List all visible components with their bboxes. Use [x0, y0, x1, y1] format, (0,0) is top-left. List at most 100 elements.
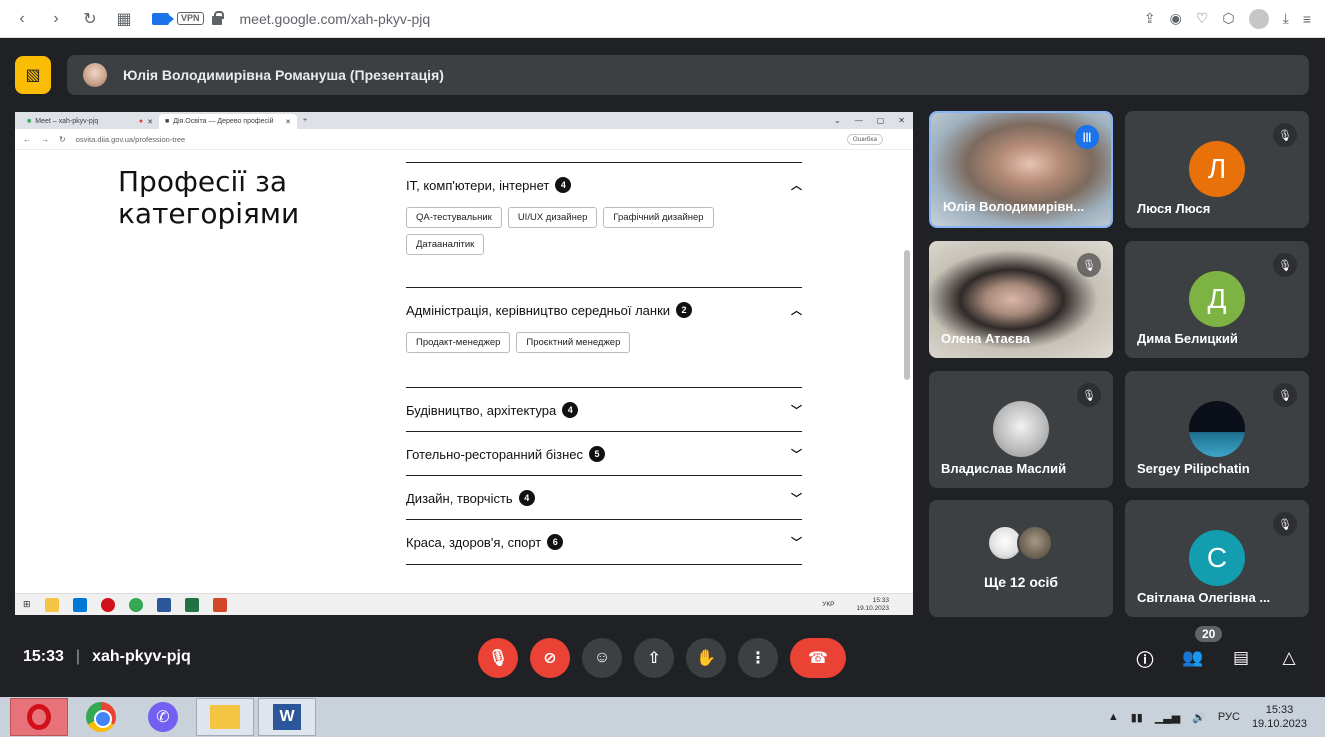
mic-off-icon: 🎙 — [1273, 383, 1297, 407]
leave-call-button[interactable]: ☎ — [790, 638, 846, 678]
taskbar-opera[interactable] — [10, 698, 68, 736]
taskbar-chrome[interactable] — [72, 698, 130, 736]
count-badge: 4 — [562, 402, 579, 418]
participant-tile[interactable]: 🎙 Д Дима Белицкий — [1125, 241, 1309, 358]
reload-icon[interactable]: ↻ — [80, 9, 100, 29]
shared-clock: 15:33 19.10.2023 — [856, 597, 913, 613]
mic-toggle-button[interactable]: 🎙 — [478, 638, 518, 678]
raise-hand-icon: ✋ — [696, 650, 716, 667]
chrome-icon — [86, 702, 116, 732]
chat-icon: ▤ — [1232, 648, 1250, 667]
info-icon: ⓘ — [1136, 650, 1154, 670]
category-header: IT, комп'ютери, інтернет 4 ︿ — [406, 163, 802, 207]
category-item: Краса, здоров'я, спорт 6 ﹀ — [406, 519, 802, 565]
tray-expand-icon[interactable]: ▲ — [1108, 711, 1119, 723]
shared-url: osvita.diia.gov.ua/profession-tree — [75, 134, 186, 144]
participant-tile[interactable]: 🎙 Л Люся Люся — [1125, 111, 1309, 228]
download-icon[interactable]: ⤓ — [1283, 10, 1289, 27]
folder-icon — [44, 597, 59, 612]
taskbar-viber[interactable]: ✆ — [134, 698, 192, 736]
os-date: 19.10.2023 — [1251, 718, 1307, 730]
category-item: Дизайн, творчість 4 ﹀ — [406, 475, 802, 520]
word-icon — [156, 597, 171, 612]
lock-icon[interactable] — [211, 11, 224, 25]
mic-off-icon: 🎙 — [487, 650, 509, 667]
meeting-details-button[interactable]: ⓘ — [1131, 644, 1159, 672]
tag-list: Продакт-менеджер Проєктний менеджер — [406, 332, 766, 353]
emoji-button[interactable]: ☺ — [582, 638, 622, 678]
browser-actions: ⇪ ◉ ♡ ⬡ ⤓ ≡ — [1144, 8, 1325, 29]
snapshot-icon[interactable]: ◉ — [1170, 10, 1182, 27]
profile-avatar[interactable] — [1248, 8, 1269, 29]
volume-icon[interactable]: 🔊 — [1192, 711, 1206, 724]
powerpoint-icon — [212, 597, 227, 612]
vpn-badge[interactable]: VPN — [177, 12, 204, 25]
participant-tile[interactable]: 🎙 Sergey Pilipchatin — [1125, 371, 1309, 488]
menu-icon[interactable]: ≡ — [1303, 11, 1311, 27]
word-icon: W — [273, 704, 301, 730]
chevron-down-icon: ﹀ — [791, 493, 802, 505]
participant-name: Юлія Володимирівн... — [943, 199, 1085, 214]
divider: | — [75, 648, 81, 665]
meeting-controls: 15:33 | xah-pkyv-pjq 🎙 ⊘ ☺ ⇧ ✋ ⋮ ☎ ⓘ 👥 2… — [0, 626, 1325, 684]
shared-page: Професії за категоріями IT, комп'ютери, … — [15, 150, 913, 587]
participant-tile[interactable]: ||| Юлія Володимирівн... — [929, 111, 1113, 228]
participant-avatar: Д — [1189, 271, 1245, 327]
url-text[interactable]: meet.google.com/xah-pkyv-pjq — [240, 11, 431, 27]
presenter-name: Юлія Володимирівна Романуша (Презентація… — [123, 67, 444, 83]
chat-button[interactable]: ▤ — [1227, 644, 1255, 672]
participant-tile[interactable]: 🎙 Владислав Маслий — [929, 371, 1113, 488]
address-bar[interactable]: VPN meet.google.com/xah-pkyv-pjq — [152, 11, 430, 27]
category-title: Готельно-ресторанний бізнес — [406, 446, 583, 462]
new-tab-icon: + — [303, 117, 308, 124]
taskbar-explorer[interactable] — [196, 698, 254, 736]
participant-tile[interactable]: 🎙 Олена Атаєва — [929, 241, 1113, 358]
browser-nav: ‹ › ↻ ▦ — [0, 9, 134, 29]
heart-icon[interactable]: ♡ — [1196, 10, 1209, 27]
taskbar-word[interactable]: W — [258, 698, 316, 736]
mic-off-icon: 🎙 — [1077, 253, 1101, 277]
diia-favicon-icon: ■ — [165, 118, 170, 125]
raise-hand-button[interactable]: ✋ — [686, 638, 726, 678]
present-button[interactable]: ⇧ — [634, 638, 674, 678]
participant-name: Дима Белицкий — [1137, 331, 1238, 346]
chrome-icon — [128, 597, 143, 612]
share-icon[interactable]: ⇪ — [1144, 10, 1156, 27]
back-icon[interactable]: ‹ — [12, 10, 32, 28]
windows-start-icon: ⊞ — [23, 599, 31, 609]
camera-off-icon: ⊘ — [543, 650, 557, 667]
participant-tile-more[interactable]: Ще 12 осіб — [929, 500, 1113, 617]
participant-name: Олена Атаєва — [941, 331, 1030, 346]
profession-tag: UI/UX дизайнер — [507, 207, 598, 228]
participant-tile[interactable]: 🎙 С Світлана Олегівна ... — [1125, 500, 1309, 617]
extensions-icon[interactable]: ⬡ — [1222, 10, 1234, 27]
category-title: Дизайн, творчість — [406, 490, 513, 506]
camera-toggle-button[interactable]: ⊘ — [530, 638, 570, 678]
presentation-icon[interactable]: ▧ — [15, 56, 51, 94]
minimize-icon: — — [854, 116, 863, 125]
shared-tab-label: Meet – xah-pkyv-pjq — [35, 118, 99, 125]
people-icon: 👥 — [1182, 648, 1204, 667]
forward-icon[interactable]: › — [46, 10, 66, 28]
profession-tag: Проєктний менеджер — [516, 332, 631, 353]
profession-tag: Датааналітик — [406, 234, 485, 255]
chevron-down-icon: ⌄ — [834, 116, 841, 125]
more-options-button[interactable]: ⋮ — [738, 638, 778, 678]
shared-tab-label: Дія.Освіта — Дерево професій — [173, 118, 274, 125]
category-item: Будівництво, архітектура 4 ﹀ — [406, 387, 802, 432]
error-badge: Ошибка — [846, 133, 883, 145]
profession-tag: Продакт-менеджер — [406, 332, 511, 353]
present-screen-icon: ⇧ — [647, 650, 661, 667]
network-icon[interactable]: ▮▮ — [1131, 711, 1143, 724]
activities-button[interactable]: △ — [1275, 644, 1303, 672]
more-participants-avatars — [987, 525, 1053, 561]
speed-dial-icon[interactable]: ▦ — [114, 9, 134, 29]
category-header: Будівництво, архітектура 4 ﹀ — [406, 388, 802, 432]
more-participants-label: Ще 12 осіб — [983, 574, 1059, 590]
os-clock[interactable]: 15:33 19.10.2023 — [1252, 703, 1307, 731]
people-button[interactable]: 👥 — [1179, 644, 1207, 672]
language-indicator[interactable]: РУС — [1218, 711, 1240, 723]
count-badge: 2 — [676, 302, 693, 318]
mic-off-icon: 🎙 — [1273, 123, 1297, 147]
signal-icon[interactable]: ▁▃▅ — [1155, 711, 1180, 724]
